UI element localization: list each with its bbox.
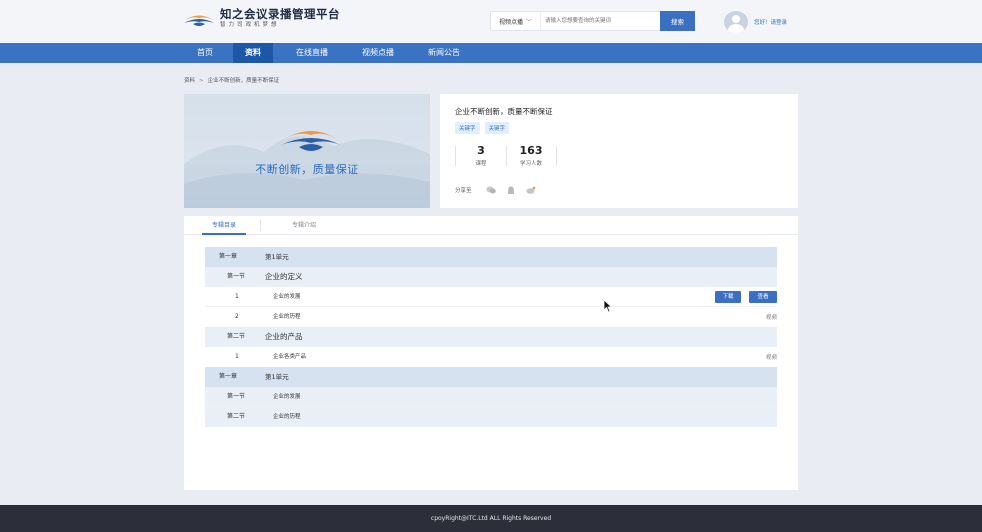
stat-courses-value: 3 — [477, 144, 485, 157]
stat-divider — [556, 146, 557, 166]
section-label: 第一节 — [227, 393, 246, 400]
section-label: 第一节 — [227, 273, 246, 280]
nav-item-news[interactable]: 新闻公告 — [416, 43, 472, 63]
avatar-icon[interactable] — [724, 11, 748, 33]
nav-item-home[interactable]: 首页 — [183, 43, 227, 63]
chapter-title: 第1单元 — [265, 253, 289, 261]
search-bar: 视频点播 ﹀ 搜索 — [490, 11, 695, 31]
stat-learners: 163 学习人数 — [506, 144, 556, 167]
tag-list: 关键字 关键字 — [455, 122, 514, 134]
search-type-select[interactable]: 视频点播 ﹀ — [491, 12, 541, 30]
lesson-row[interactable]: 1 企业各类产品 视频 — [205, 347, 777, 367]
album-banner-image: 不断创新，质量保证 — [184, 94, 430, 208]
lesson-title: 企业的发展 — [273, 294, 301, 300]
tab-intro[interactable]: 专辑介绍 — [282, 216, 326, 235]
lesson-row[interactable]: 2 企业的历程 视频 — [205, 307, 777, 327]
section-title: 企业的产品 — [265, 332, 303, 341]
album-title: 企业不断创新，质量不断保证 — [455, 107, 553, 116]
lesson-number: 1 — [235, 353, 239, 360]
tabs-bar: 专辑目录 专辑介绍 — [184, 216, 798, 235]
nav-item-live[interactable]: 在线直播 — [284, 43, 340, 63]
section-label: 第二节 — [227, 333, 246, 340]
nav-item-materials[interactable]: 资料 — [233, 43, 273, 63]
qq-icon[interactable] — [506, 186, 516, 194]
stat-courses-label: 课程 — [475, 161, 487, 167]
tab-divider — [260, 220, 261, 231]
section-row[interactable]: 第一节 企业的发展 — [205, 387, 777, 407]
logo-title: 知之会议录播管理平台 — [220, 7, 340, 21]
logo-bird-icon — [184, 15, 214, 26]
keyword-tag[interactable]: 关键字 — [455, 122, 480, 134]
copyright-text: cpoyRight@ITC.Ltd ALL Rights Reserved — [430, 515, 552, 522]
section-row[interactable]: 第二节 企业的产品 — [205, 327, 777, 347]
weibo-icon[interactable] — [526, 186, 536, 194]
section-row[interactable]: 第一节 企业的定义 — [205, 267, 777, 287]
lesson-type: 视频 — [765, 355, 777, 361]
banner-logo-icon — [281, 131, 341, 151]
album-content-panel: 专辑目录 专辑介绍 第一章 第1单元 第一节 企业的定义 1 企业的发展 下载 … — [184, 216, 798, 490]
stat-learners-label: 学习人数 — [519, 161, 542, 167]
lesson-type: 视频 — [765, 315, 777, 321]
lesson-number: 1 — [235, 293, 239, 300]
chapter-title: 第1单元 — [265, 373, 289, 381]
chapter-row[interactable]: 第一章 第1单元 — [205, 247, 777, 267]
album-info-card: 企业不断创新，质量不断保证 关键字 关键字 3 课程 163 学习人数 分享至 — [440, 94, 798, 208]
footer: cpoyRight@ITC.Ltd ALL Rights Reserved — [0, 505, 982, 532]
chapter-row[interactable]: 第一章 第1单元 — [205, 367, 777, 387]
lesson-title: 企业的历程 — [273, 314, 301, 320]
breadcrumb-root[interactable]: 资料 — [184, 78, 195, 84]
user-area: 您好！请登录 — [724, 11, 787, 33]
lesson-row[interactable]: 1 企业的发展 下载 查看 — [205, 287, 777, 307]
chevron-down-icon: ﹀ — [526, 18, 533, 26]
section-title: 企业的发展 — [273, 394, 301, 400]
section-row[interactable]: 第二节 企业的历程 — [205, 407, 777, 427]
breadcrumb: 资料 > 企业不断创新，质量不断保证 — [184, 76, 279, 84]
keyword-tag[interactable]: 关键字 — [484, 122, 510, 134]
header: 知之会议录播管理平台 智力司戏机梦想 视频点播 ﹀ 搜索 您好！请登录 — [0, 0, 982, 43]
stat-courses: 3 课程 — [456, 144, 506, 167]
share-bar: 分享至 — [455, 186, 546, 194]
breadcrumb-separator: > — [199, 78, 204, 84]
share-label: 分享至 — [455, 188, 472, 194]
stat-learners-value: 163 — [519, 144, 543, 157]
main-nav: 首页 资料 在线直播 视频点播 新闻公告 — [0, 43, 982, 63]
logo[interactable]: 知之会议录播管理平台 智力司戏机梦想 — [183, 8, 340, 29]
section-title: 企业的历程 — [273, 414, 301, 420]
section-label: 第二节 — [227, 413, 246, 420]
mouse-cursor-icon — [603, 299, 613, 313]
lesson-title: 企业各类产品 — [273, 354, 307, 360]
search-button[interactable]: 搜索 — [660, 11, 695, 31]
view-button[interactable]: 查看 — [749, 291, 777, 303]
login-link[interactable]: 您好！请登录 — [754, 18, 787, 26]
chapter-label: 第一章 — [219, 253, 238, 260]
nav-item-vod[interactable]: 视频点播 — [350, 43, 406, 63]
wechat-icon[interactable] — [485, 186, 496, 194]
tab-catalog[interactable]: 专辑目录 — [202, 216, 246, 235]
search-type-label: 视频点播 — [498, 18, 523, 26]
search-input[interactable] — [541, 12, 660, 30]
logo-subtitle: 智力司戏机梦想 — [220, 22, 280, 28]
catalog-tree: 第一章 第1单元 第一节 企业的定义 1 企业的发展 下载 查看 2 企业的历程… — [205, 247, 777, 427]
section-title: 企业的定义 — [265, 272, 303, 281]
download-button[interactable]: 下载 — [715, 291, 741, 303]
lesson-number: 2 — [235, 313, 239, 320]
chapter-label: 第一章 — [219, 373, 238, 380]
breadcrumb-current: 企业不断创新，质量不断保证 — [207, 78, 280, 84]
banner-slogan: 不断创新，质量保证 — [255, 163, 359, 176]
